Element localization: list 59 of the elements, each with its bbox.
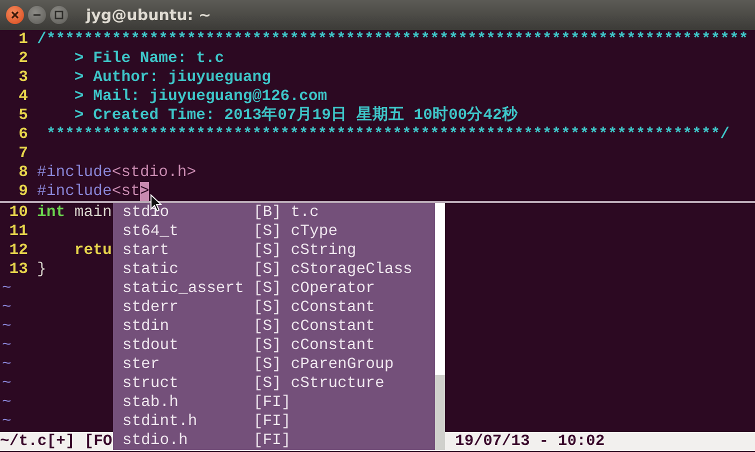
line-number: 9: [18, 182, 29, 201]
empty-line-marker: ~: [1, 412, 12, 431]
code-text: #include: [37, 163, 112, 182]
status-time: 19/07/13 - 10:02: [455, 432, 605, 451]
empty-line-marker: ~: [1, 298, 12, 317]
empty-line-marker: ~: [1, 279, 12, 298]
code-text: > Created Time: 2013年07月19日 星期五 10时00分42秒: [73, 106, 518, 125]
minimize-icon: [34, 14, 40, 16]
line-number: 3: [18, 68, 29, 87]
code-text: <stdio.h>: [112, 163, 196, 182]
empty-line-marker: ~: [1, 336, 12, 355]
line-number: 8: [18, 163, 29, 182]
line-number: 7: [18, 144, 29, 163]
minimize-button[interactable]: [28, 6, 46, 24]
empty-line-marker: ~: [1, 317, 12, 336]
line-number: 13: [8, 260, 29, 279]
code-text: main: [73, 203, 112, 222]
code-text: /***************************************************************************: [37, 30, 748, 49]
completion-item[interactable]: static_assert [S] cOperator: [113, 279, 435, 298]
code-text: retu: [73, 241, 112, 260]
code-text: int: [37, 203, 66, 222]
completion-item[interactable]: stdio [B] t.c: [113, 203, 435, 222]
completion-item[interactable]: start [S] cString: [113, 241, 435, 260]
line-number: 4: [18, 87, 29, 106]
code-text: }: [37, 260, 46, 279]
line-number: 12: [8, 241, 29, 260]
line-number: 11: [8, 222, 29, 241]
code-text: ************************************************************************/: [45, 125, 730, 144]
code-text: > Author: jiuyueguang: [73, 68, 271, 87]
completion-item[interactable]: stdin [S] cConstant: [113, 317, 435, 336]
completion-item[interactable]: stab.h [FI]: [113, 393, 435, 412]
completion-item[interactable]: stdio.h [FI]: [113, 431, 435, 450]
line-number: 5: [18, 106, 29, 125]
status-text: ~/t.c[+] [FO: [0, 432, 112, 451]
completion-item[interactable]: stderr [S] cConstant: [113, 298, 435, 317]
completion-item[interactable]: stdout [S] cConstant: [113, 336, 435, 355]
line-number: 1: [18, 30, 29, 49]
scrollbar[interactable]: [435, 203, 445, 450]
code-text: #include: [37, 182, 112, 201]
text-cursor: >: [140, 182, 150, 201]
line-number: 6: [18, 125, 29, 144]
code-text: > Mail: jiuyueguang@126.com: [73, 87, 328, 106]
maximize-button[interactable]: [50, 6, 68, 24]
empty-line-marker: ~: [1, 393, 12, 412]
empty-line-marker: ~: [1, 355, 12, 374]
completion-item[interactable]: static [S] cStorageClass: [113, 260, 435, 279]
completion-item[interactable]: st64_t [S] cType: [113, 222, 435, 241]
line-number: 10: [8, 203, 29, 222]
completion-item[interactable]: stdint.h [FI]: [113, 412, 435, 431]
code-text: <st: [112, 182, 140, 201]
maximize-icon: [54, 10, 64, 20]
line-number: 2: [18, 49, 29, 68]
completion-item[interactable]: ster [S] cParenGroup: [113, 355, 435, 374]
close-icon: [11, 11, 19, 19]
code-text: > File Name: t.c: [73, 49, 224, 68]
completion-item[interactable]: struct [S] cStructure: [113, 374, 435, 393]
close-button[interactable]: [6, 6, 24, 24]
window-title: jyg@ubuntu: ~: [86, 6, 212, 24]
empty-line-marker: ~: [1, 374, 12, 393]
